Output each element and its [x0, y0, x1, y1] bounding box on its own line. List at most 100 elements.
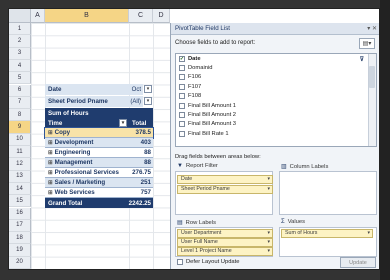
scroll-thumb[interactable] [369, 66, 375, 88]
column-header-c[interactable]: C [129, 9, 153, 23]
pivot-row[interactable]: ⊞ Copy 378.5 [44, 127, 154, 139]
row-chip-project[interactable]: Level 1 Project Name ▾ [177, 247, 273, 256]
row-header-13[interactable]: 13 [9, 170, 31, 183]
column-header-b[interactable]: B [45, 9, 129, 23]
pivot-row[interactable]: ⊞ Management 88 [45, 158, 153, 168]
checkbox[interactable] [177, 259, 183, 265]
value-chip-hours[interactable]: Sum of Hours ▾ [281, 229, 373, 238]
panel-controls[interactable]: ▾ ✕ [367, 25, 377, 32]
field-layout-button[interactable]: ▤▾ [359, 38, 375, 49]
pivot-row-text: Management [54, 159, 93, 166]
field-checkbox[interactable] [179, 112, 185, 119]
pivot-time-label: Time [48, 119, 63, 127]
row-header-15[interactable]: 15 [9, 195, 31, 208]
spreadsheet-window: A B C D Date Oct ▾ Sheet Period Pname (A… [8, 8, 380, 270]
row-header-7[interactable]: 7 [9, 96, 31, 110]
row-header-18[interactable]: 18 [9, 232, 31, 245]
expand-icon[interactable]: ⊞ [48, 170, 53, 176]
grand-total-value: 2242.25 [128, 199, 151, 207]
pivot-time-dropdown[interactable]: ▾ [119, 119, 127, 127]
filter-icon: ▼ [177, 163, 183, 169]
chevron-down-icon: ▾ [267, 239, 270, 246]
sigma-icon: Σ [281, 219, 285, 225]
pivot-row-value: 757 [140, 189, 151, 196]
row-header-11[interactable]: 11 [9, 146, 31, 159]
select-all-corner[interactable] [9, 9, 31, 23]
expand-icon[interactable]: ⊞ [48, 130, 53, 136]
column-labels-zone[interactable] [279, 171, 377, 215]
field-item[interactable]: Final Bill Amount 3 [176, 120, 376, 129]
filter-dropdown-date[interactable]: ▾ [144, 85, 152, 93]
field-item[interactable]: F108 [176, 92, 376, 101]
field-item[interactable]: ✓ Date [176, 54, 376, 63]
expand-icon[interactable]: ⊞ [48, 140, 53, 146]
field-item[interactable]: F106 [176, 73, 376, 82]
field-list-scrollbar[interactable] [368, 54, 376, 146]
expand-icon[interactable]: ⊞ [48, 190, 53, 196]
field-item[interactable]: Domainid [176, 63, 376, 72]
row-header-10[interactable]: 10 [9, 133, 31, 146]
row-header-16[interactable]: 16 [9, 207, 31, 220]
expand-icon[interactable]: ⊞ [48, 150, 53, 156]
pivot-row[interactable]: ⊞ Development 403 [45, 138, 153, 148]
pivot-row-text: Professional Services [54, 169, 119, 176]
pivot-total-header: Total [129, 118, 153, 128]
filter-dropdown-period[interactable]: ▾ [144, 97, 152, 105]
field-checkbox[interactable]: ✓ [179, 55, 185, 62]
chevron-down-icon: ▾ [267, 176, 270, 183]
field-checkbox[interactable] [179, 102, 185, 109]
row-header-12[interactable]: 12 [9, 158, 31, 171]
row-header-3[interactable]: 3 [9, 47, 31, 60]
field-checkbox[interactable] [179, 121, 185, 128]
row-header-4[interactable]: 4 [9, 59, 31, 73]
pivot-row[interactable]: ⊞ Engineering 88 [45, 148, 153, 158]
field-checkbox[interactable] [179, 74, 185, 81]
pivot-row-label: ⊞ Professional Services [45, 169, 129, 176]
row-header-1[interactable]: 1 [9, 23, 31, 36]
row-header-5[interactable]: 5 [9, 72, 31, 85]
expand-icon[interactable]: ⊞ [48, 160, 53, 166]
row-chip-fullname[interactable]: User Full Name ▾ [177, 238, 273, 247]
row-header-17[interactable]: 17 [9, 219, 31, 233]
column-header-a[interactable]: A [31, 9, 45, 23]
row-header-19[interactable]: 19 [9, 244, 31, 257]
field-item[interactable]: F107 [176, 82, 376, 91]
field-item[interactable]: Final Bill Rate 1 [176, 129, 376, 138]
chevron-down-icon: ▾ [367, 230, 370, 237]
field-checkbox[interactable] [179, 83, 185, 90]
filter-chip-date[interactable]: Date ▾ [177, 175, 273, 184]
chevron-down-icon: ▾ [267, 186, 270, 193]
values-zone-label: Σ Values [281, 219, 306, 225]
column-header-d[interactable]: D [153, 9, 170, 23]
row-header-14[interactable]: 14 [9, 182, 31, 196]
defer-layout-checkbox[interactable]: Defer Layout Update [177, 259, 240, 265]
field-item[interactable]: Final Bill Amount 2 [176, 110, 376, 119]
pivot-row-label: ⊞ Copy [45, 129, 129, 136]
pivot-row-label: ⊞ Management [45, 159, 129, 166]
row-header-6[interactable]: 6 [9, 84, 31, 97]
row-header-21[interactable]: 21 [9, 269, 31, 270]
row-header-8[interactable]: 8 [9, 109, 31, 122]
pivot-row-text: Web Services [54, 189, 95, 196]
chevron-down-icon: ▾ [267, 248, 270, 255]
row-header-20[interactable]: 20 [9, 256, 31, 269]
field-list-title: PivotTable Field List [171, 23, 379, 35]
pivot-row[interactable]: ⊞ Professional Services 276.75 [45, 168, 153, 178]
date-filter-icon[interactable]: ⊽ [360, 56, 364, 63]
chevron-down-icon: ▾ [267, 230, 270, 237]
screen-frame: A B C D Date Oct ▾ Sheet Period Pname (A… [0, 0, 390, 280]
row-header-9[interactable]: 9 [9, 121, 31, 134]
field-checkbox[interactable] [179, 65, 185, 72]
field-checkbox[interactable] [179, 93, 185, 100]
expand-icon[interactable]: ⊞ [48, 180, 53, 186]
update-button[interactable]: Update [340, 257, 376, 268]
pivot-row-text: Sales / Marketing [54, 179, 106, 186]
field-checkbox[interactable] [179, 130, 185, 137]
filter-chip-period[interactable]: Sheet Period Pname ▾ [177, 185, 273, 194]
pivot-row[interactable]: ⊞ Web Services 757 [45, 188, 153, 198]
row-header-2[interactable]: 2 [9, 35, 31, 48]
pivot-row[interactable]: ⊞ Sales / Marketing 251 [45, 178, 153, 188]
field-item[interactable]: Final Bill Amount 1 [176, 101, 376, 110]
row-chip-department[interactable]: User Department ▾ [177, 229, 273, 238]
pivot-row-text: Development [54, 139, 94, 146]
